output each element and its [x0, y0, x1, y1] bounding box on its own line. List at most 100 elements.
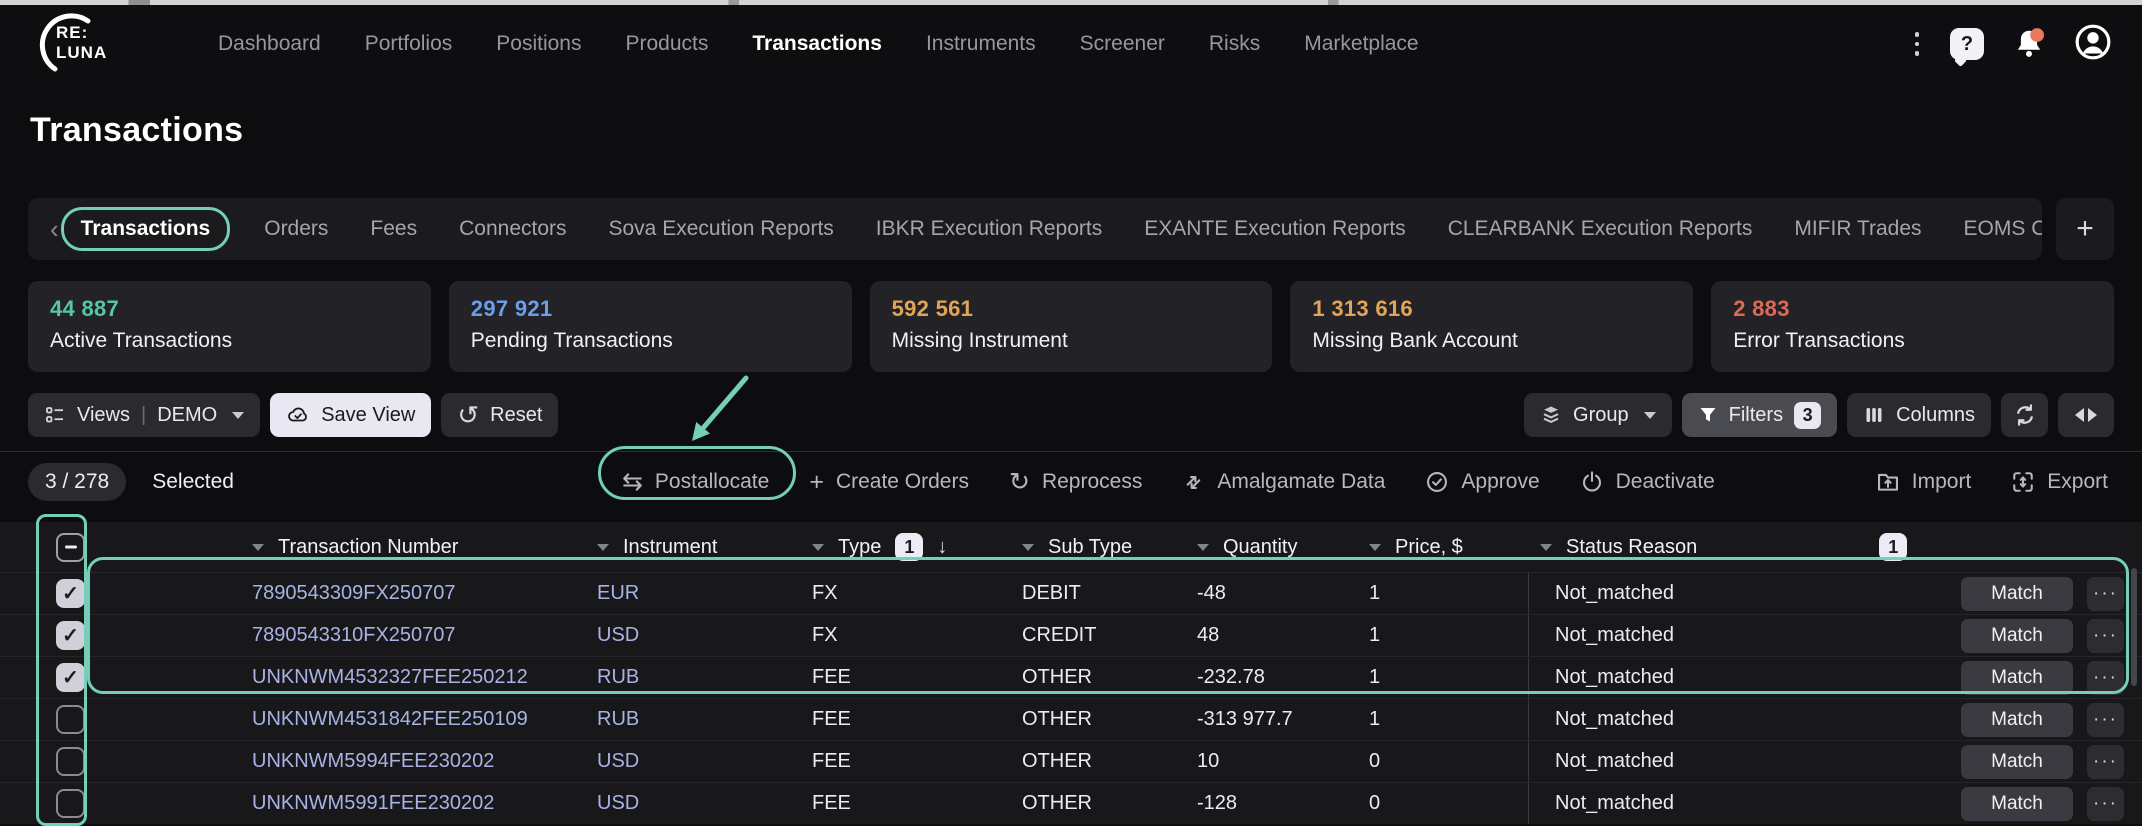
column-menu-icon[interactable]	[1022, 544, 1034, 551]
stat-card[interactable]: 2 883 Error Transactions	[1711, 281, 2114, 372]
vertical-scrollbar[interactable]	[2131, 568, 2137, 686]
nav-item-portfolios[interactable]: Portfolios	[365, 32, 453, 56]
amalgamate-data-button[interactable]: Amalgamate Data	[1182, 470, 1385, 494]
tab-fees[interactable]: Fees	[370, 217, 417, 241]
reset-button[interactable]: ↺ Reset	[441, 393, 558, 437]
match-button[interactable]: Match	[1961, 661, 2073, 695]
nav-item-screener[interactable]: Screener	[1080, 32, 1165, 56]
table-row[interactable]: 7890543309FX250707 EUR FX DEBIT -48 1 No…	[0, 572, 2142, 614]
row-more-icon[interactable]: ···	[2087, 703, 2124, 737]
header-price[interactable]: Price, $	[1357, 536, 1528, 559]
postallocate-button[interactable]: ⇆ Postallocate	[622, 470, 769, 495]
tab-transactions[interactable]: Transactions	[61, 207, 231, 251]
column-menu-icon[interactable]	[252, 544, 264, 551]
tab-sova-execution-reports[interactable]: Sova Execution Reports	[609, 217, 834, 241]
columns-button[interactable]: Columns	[1847, 393, 1991, 437]
tab-exante-execution-reports[interactable]: EXANTE Execution Reports	[1144, 217, 1405, 241]
tab-connectors[interactable]: Connectors	[459, 217, 566, 241]
row-checkbox[interactable]	[56, 579, 85, 608]
nav-item-transactions[interactable]: Transactions	[752, 32, 882, 56]
row-checkbox[interactable]	[56, 663, 85, 692]
views-dropdown[interactable]: Views | DEMO	[28, 393, 260, 437]
match-button[interactable]: Match	[1961, 577, 2073, 611]
row-more-icon[interactable]: ···	[2087, 619, 2124, 653]
create-orders-button[interactable]: + Create Orders	[809, 470, 969, 495]
refresh-button[interactable]	[2001, 393, 2048, 437]
column-menu-icon[interactable]	[597, 544, 609, 551]
header-sub-type[interactable]: Sub Type	[1010, 536, 1185, 559]
group-dropdown[interactable]: Group	[1524, 393, 1672, 437]
table-row[interactable]: UNKNWM4532327FEE250212 RUB FEE OTHER -23…	[0, 656, 2142, 698]
row-checkbox[interactable]	[56, 705, 85, 734]
table-row[interactable]: UNKNWM5994FEE230202 USD FEE OTHER 10 0 N…	[0, 740, 2142, 782]
sort-direction-icon[interactable]: ↓	[937, 536, 947, 559]
stat-card[interactable]: 297 921 Pending Transactions	[449, 281, 852, 372]
table-row[interactable]: UNKNWM5991FEE230202 USD FEE OTHER -128 0…	[0, 782, 2142, 824]
nav-item-positions[interactable]: Positions	[496, 32, 581, 56]
help-icon[interactable]: ?	[1950, 28, 1984, 60]
transaction-number-link[interactable]: 7890543309FX250707	[240, 582, 585, 605]
tab-ibkr-execution-reports[interactable]: IBKR Execution Reports	[876, 217, 1102, 241]
row-checkbox[interactable]	[56, 621, 85, 650]
transaction-number-link[interactable]: UNKNWM4531842FEE250109	[240, 708, 585, 731]
kebab-menu-icon[interactable]	[1911, 28, 1924, 60]
tab-eoms-c[interactable]: EOMS C	[1964, 217, 2042, 241]
instrument-link[interactable]: USD	[585, 624, 800, 647]
transaction-number-link[interactable]: 7890543310FX250707	[240, 624, 585, 647]
save-view-button[interactable]: Save View	[270, 393, 431, 437]
tab-orders[interactable]: Orders	[264, 217, 328, 241]
header-type[interactable]: Type 1 ↓	[800, 533, 1010, 561]
stat-card[interactable]: 592 561 Missing Instrument	[870, 281, 1273, 372]
account-icon[interactable]	[2074, 23, 2112, 66]
row-checkbox[interactable]	[56, 747, 85, 776]
header-quantity[interactable]: Quantity	[1185, 536, 1357, 559]
instrument-link[interactable]: EUR	[585, 582, 800, 605]
table-row[interactable]: 7890543310FX250707 USD FX CREDIT 48 1 No…	[0, 614, 2142, 656]
collapse-expand-button[interactable]	[2058, 393, 2114, 437]
nav-item-marketplace[interactable]: Marketplace	[1304, 32, 1418, 56]
nav-item-products[interactable]: Products	[626, 32, 709, 56]
column-menu-icon[interactable]	[1369, 544, 1381, 551]
import-button[interactable]: Import	[1876, 470, 1972, 494]
column-menu-icon[interactable]	[1540, 544, 1552, 551]
instrument-link[interactable]: USD	[585, 750, 800, 773]
instrument-link[interactable]: USD	[585, 792, 800, 815]
column-menu-icon[interactable]	[812, 544, 824, 551]
transaction-number-link[interactable]: UNKNWM4532327FEE250212	[240, 666, 585, 689]
match-button[interactable]: Match	[1961, 703, 2073, 737]
nav-item-risks[interactable]: Risks	[1209, 32, 1260, 56]
instrument-link[interactable]: RUB	[585, 708, 800, 731]
add-tab-button[interactable]: +	[2056, 198, 2114, 260]
reprocess-button[interactable]: ↻ Reprocess	[1009, 470, 1142, 495]
notifications-bell-icon[interactable]	[2011, 26, 2047, 62]
row-more-icon[interactable]: ···	[2087, 577, 2124, 611]
tab-clearbank-execution-reports[interactable]: CLEARBANK Execution Reports	[1448, 217, 1753, 241]
instrument-link[interactable]: RUB	[585, 666, 800, 689]
row-more-icon[interactable]: ···	[2087, 661, 2124, 695]
approve-button[interactable]: Approve	[1425, 470, 1539, 494]
match-button[interactable]: Match	[1961, 787, 2073, 821]
nav-item-instruments[interactable]: Instruments	[926, 32, 1036, 56]
transaction-number-link[interactable]: UNKNWM5991FEE230202	[240, 792, 585, 815]
filters-button[interactable]: Filters 3	[1682, 393, 1837, 437]
match-button[interactable]: Match	[1961, 619, 2073, 653]
nav-item-dashboard[interactable]: Dashboard	[218, 32, 321, 56]
match-button[interactable]: Match	[1961, 745, 2073, 779]
row-more-icon[interactable]: ···	[2087, 745, 2124, 779]
stat-card[interactable]: 44 887 Active Transactions	[28, 281, 431, 372]
row-more-icon[interactable]: ···	[2087, 787, 2124, 821]
column-menu-icon[interactable]	[1197, 544, 1209, 551]
header-transaction-number[interactable]: Transaction Number	[240, 536, 585, 559]
transaction-number-link[interactable]: UNKNWM5994FEE230202	[240, 750, 585, 773]
export-button[interactable]: Export	[2011, 470, 2108, 494]
header-instrument[interactable]: Instrument	[585, 536, 800, 559]
tab-mifir-trades[interactable]: MIFIR Trades	[1794, 217, 1921, 241]
stat-card[interactable]: 1 313 616 Missing Bank Account	[1290, 281, 1693, 372]
header-status-reason[interactable]: Status Reason 1	[1528, 533, 2142, 561]
select-all-checkbox[interactable]	[56, 533, 85, 562]
table-row[interactable]: UNKNWM4531842FEE250109 RUB FEE OTHER -31…	[0, 698, 2142, 740]
reluna-logo[interactable]: RE: LUNA	[30, 12, 104, 76]
row-checkbox[interactable]	[56, 789, 85, 818]
tabs-scroll-left-icon[interactable]: ‹	[50, 214, 59, 245]
deactivate-button[interactable]: Deactivate	[1580, 470, 1715, 494]
